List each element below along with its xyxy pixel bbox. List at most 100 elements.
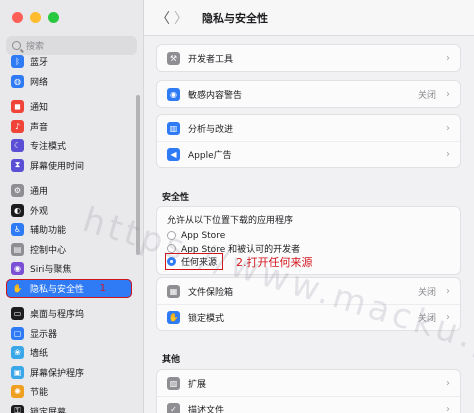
sidebar-item-accessibility[interactable]: ♿ 辅助功能 bbox=[6, 220, 132, 240]
sidebar-item-label: 控制中心 bbox=[30, 245, 67, 256]
radio-anywhere[interactable]: 任何来源 2.打开任何来源 bbox=[164, 253, 450, 270]
sidebar-item-display[interactable]: ▢ 显示器 bbox=[6, 324, 132, 344]
sidebar-item-siri[interactable]: ◉ Siri与聚焦 bbox=[6, 259, 132, 279]
close-button[interactable] bbox=[12, 12, 23, 23]
settings-window: 搜索 ᛒ 蓝牙 ◍ 网络 ◼ 通知 ♪ 声音 ☾ 专注模式 ⧗ 屏幕使用时间 ⚙ 通用 ◐ 外观 ♿ 辅助功能 ▤ 控… bbox=[0, 0, 474, 413]
chevron-right-icon: › bbox=[446, 149, 450, 160]
megaphone-icon: ◀ bbox=[167, 148, 180, 161]
settings-row-apple-ads[interactable]: ◀ Apple广告 › bbox=[157, 141, 460, 167]
row-value: 关闭 bbox=[417, 314, 436, 324]
sensitive-content-card: ◉ 敏感内容警告 关闭 › bbox=[156, 80, 461, 108]
lock-icon: ⚿ bbox=[11, 404, 24, 413]
bluetooth-icon: ᛒ bbox=[11, 55, 24, 69]
chart-icon: ▥ bbox=[167, 121, 180, 135]
radio-button-selected[interactable] bbox=[167, 257, 176, 266]
sidebar-item-screensaver[interactable]: ▣ 屏幕保护程序 bbox=[6, 363, 132, 383]
settings-row-sensitive-content[interactable]: ◉ 敏感内容警告 关闭 › bbox=[157, 81, 460, 107]
sidebar-item-label: 通知 bbox=[30, 103, 49, 114]
sidebar-item-bell[interactable]: ◼ 通知 bbox=[6, 97, 132, 117]
row-label: 描述文件 bbox=[188, 406, 225, 413]
settings-row-analytics[interactable]: ▥ 分析与改进 › bbox=[157, 115, 460, 141]
settings-row-filevault[interactable]: ▦ 文件保险箱 关闭 › bbox=[157, 278, 460, 304]
sidebar-item-control-center[interactable]: ▤ 控制中心 bbox=[6, 240, 132, 260]
radio-app-store[interactable]: App Store bbox=[167, 229, 450, 242]
sidebar-item-label: 网络 bbox=[30, 77, 49, 88]
sidebar-item-dock[interactable]: ▭ 桌面与程序坞 bbox=[6, 304, 132, 324]
window-controls bbox=[12, 12, 59, 23]
row-value: 关闭 bbox=[417, 287, 436, 298]
security-card: 允许从以下位置下载的应用程序 App Store App Store 和被认可的… bbox=[156, 206, 461, 275]
sidebar-item-label: 辅助功能 bbox=[30, 226, 67, 237]
wallpaper-icon: ❀ bbox=[11, 346, 24, 360]
radio-button[interactable] bbox=[167, 231, 176, 240]
appearance-icon: ◐ bbox=[11, 203, 24, 217]
sidebar-item-label: 墙纸 bbox=[30, 349, 49, 360]
sidebar-item-gear[interactable]: ⚙ 通用 bbox=[6, 181, 132, 201]
row-label: Apple广告 bbox=[188, 151, 232, 161]
zoom-button[interactable] bbox=[48, 12, 59, 23]
vault-icon: ▦ bbox=[167, 284, 180, 298]
annotation-step-1: 1 bbox=[99, 282, 106, 294]
sidebar-item-label: 显示器 bbox=[30, 329, 58, 340]
settings-row-extensions[interactable]: ▨ 扩展 › bbox=[157, 370, 460, 396]
anywhere-highlight[interactable]: 任何来源 bbox=[164, 253, 224, 270]
settings-row-profiles[interactable]: ✓ 描述文件 › bbox=[157, 396, 460, 413]
other-card: ▨ 扩展 › ✓ 描述文件 › bbox=[156, 369, 461, 413]
sidebar-item-label: 屏幕保护程序 bbox=[30, 368, 85, 379]
row-value: 关闭 bbox=[417, 90, 436, 101]
filevault-lockdown-card: ▦ 文件保险箱 关闭 › ✋ 锁定模式 关闭 › bbox=[156, 277, 461, 331]
sidebar-item-lock[interactable]: ⚿ 锁定屏幕 bbox=[6, 402, 132, 413]
moon-icon: ☾ bbox=[11, 139, 24, 153]
forward-button[interactable]: 〉 bbox=[174, 8, 192, 28]
chevron-right-icon: › bbox=[446, 377, 450, 389]
speaker-icon: ♪ bbox=[11, 119, 24, 133]
sidebar-item-network[interactable]: ◍ 网络 bbox=[6, 72, 132, 92]
page-title: 隐私与安全性 bbox=[202, 11, 268, 25]
sidebar-item-label: 通用 bbox=[30, 187, 49, 198]
minimize-button[interactable] bbox=[30, 12, 41, 23]
radio-button[interactable] bbox=[167, 244, 176, 253]
accessibility-icon: ♿ bbox=[11, 223, 24, 237]
settings-row-lockdown[interactable]: ✋ 锁定模式 关闭 › bbox=[157, 304, 460, 330]
hammer-icon: ⚒ bbox=[167, 51, 180, 65]
sidebar-item-speaker[interactable]: ♪ 声音 bbox=[6, 117, 132, 137]
back-button[interactable]: 〈 bbox=[156, 8, 174, 28]
sidebar-item-label: 隐私与安全性 bbox=[30, 284, 85, 295]
sidebar-item-label: Siri与聚焦 bbox=[30, 265, 72, 276]
dock-icon: ▭ bbox=[11, 307, 24, 321]
row-label: 文件保险箱 bbox=[188, 287, 234, 298]
radio-label: App Store bbox=[181, 230, 226, 241]
network-icon: ◍ bbox=[11, 74, 24, 88]
sidebar-item-label: 锁定屏幕 bbox=[30, 407, 67, 413]
developer-tools-card: ⚒ 开发者工具 › bbox=[156, 44, 461, 72]
sidebar-item-bulb[interactable]: ✺ 节能 bbox=[6, 382, 132, 402]
download-prompt: 允许从以下位置下载的应用程序 bbox=[167, 216, 294, 226]
sidebar-item-label: 屏幕使用时间 bbox=[30, 161, 85, 172]
puzzle-icon: ▨ bbox=[167, 376, 180, 390]
sidebar-item-wallpaper[interactable]: ❀ 墙纸 bbox=[6, 343, 132, 363]
chevron-right-icon: › bbox=[446, 285, 450, 297]
sidebar-item-label: 外观 bbox=[30, 206, 49, 217]
sidebar-item-appearance[interactable]: ◐ 外观 bbox=[6, 201, 132, 221]
settings-row-developer-tools[interactable]: ⚒ 开发者工具 › bbox=[157, 45, 460, 71]
chevron-right-icon: › bbox=[446, 88, 450, 100]
chevron-right-icon: › bbox=[446, 122, 450, 134]
sidebar-item-label: 节能 bbox=[30, 388, 49, 399]
eye-icon: ◉ bbox=[167, 87, 180, 101]
other-heading: 其他 bbox=[162, 355, 181, 365]
sidebar-scrollbar[interactable] bbox=[136, 95, 140, 255]
sidebar-item-bluetooth[interactable]: ᛒ 蓝牙 bbox=[6, 52, 132, 72]
sidebar: 搜索 ᛒ 蓝牙 ◍ 网络 ◼ 通知 ♪ 声音 ☾ 专注模式 ⧗ 屏幕使用时间 ⚙ 通用 ◐ 外观 ♿ 辅助功能 ▤ 控… bbox=[0, 0, 144, 413]
search-placeholder: 搜索 bbox=[26, 42, 45, 52]
annotation-step-2: 2.打开任何来源 bbox=[236, 255, 313, 269]
row-label: 敏感内容警告 bbox=[188, 90, 243, 101]
display-icon: ▢ bbox=[11, 326, 24, 340]
bell-icon: ◼ bbox=[11, 100, 24, 114]
row-label: 开发者工具 bbox=[188, 54, 234, 65]
sidebar-item-hourglass[interactable]: ⧗ 屏幕使用时间 bbox=[6, 156, 132, 176]
sidebar-item-moon[interactable]: ☾ 专注模式 bbox=[6, 136, 132, 156]
sidebar-item-label: 声音 bbox=[30, 122, 49, 133]
radio-label: 任何来源 bbox=[181, 258, 218, 268]
sidebar-item-hand[interactable]: ✋ 隐私与安全性 1 bbox=[6, 278, 132, 298]
sidebar-item-label: 专注模式 bbox=[30, 142, 67, 153]
